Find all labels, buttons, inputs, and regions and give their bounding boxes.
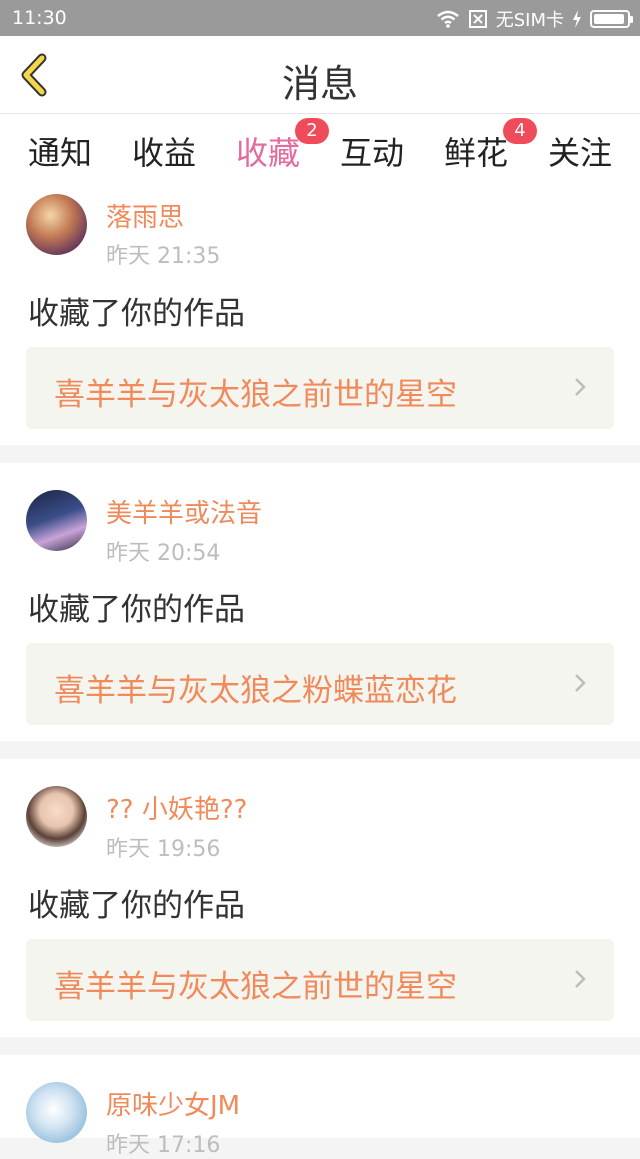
username[interactable]: 落雨思 [106, 197, 184, 234]
list-item: 落雨思 昨天 21:35 收藏了你的作品 喜羊羊与灰太狼之前世的星空 [0, 182, 640, 445]
chevron-right-icon [575, 970, 586, 988]
charging-icon [573, 10, 581, 28]
username[interactable]: ?? 小妖艳?? [106, 789, 247, 826]
tab-label: 关注 [547, 134, 612, 172]
unread-badge: 4 [503, 118, 537, 144]
sim-status-text: 无SIM卡 [495, 10, 564, 31]
status-icons: 无SIM卡 [436, 6, 633, 32]
tab-following[interactable]: 关注 [535, 128, 625, 174]
list-item: 原味少女JM 昨天 17:16 [0, 1055, 640, 1158]
chevron-right-icon [575, 674, 586, 692]
chevron-right-icon [575, 378, 586, 396]
tab-label: 互动 [339, 134, 404, 172]
username[interactable]: 美羊羊或法音 [106, 493, 262, 530]
tab-label: 收益 [131, 134, 196, 172]
page-title: 消息 [281, 62, 358, 106]
action-text: 收藏了你的作品 [28, 296, 245, 332]
status-bar: 11:30 无SIM卡 [0, 0, 640, 36]
tab-label: 鲜花 [443, 134, 508, 172]
timestamp: 昨天 21:35 [106, 244, 221, 269]
username[interactable]: 原味少女JM [106, 1085, 240, 1122]
timestamp: 昨天 19:56 [106, 837, 221, 862]
work-title: 喜羊羊与灰太狼之前世的星空 [54, 377, 457, 413]
work-link[interactable]: 喜羊羊与灰太狼之前世的星空 [26, 939, 614, 1021]
tab-flowers[interactable]: 鲜花 4 [431, 118, 537, 174]
list-item: 美羊羊或法音 昨天 20:54 收藏了你的作品 喜羊羊与灰太狼之粉蝶蓝恋花 [0, 463, 640, 741]
avatar[interactable] [26, 490, 87, 551]
battery-icon [590, 10, 633, 28]
avatar[interactable] [26, 194, 87, 255]
status-time: 11:30 [12, 7, 67, 29]
tab-favorites[interactable]: 收藏 2 [223, 118, 329, 192]
avatar[interactable] [26, 1082, 87, 1143]
wifi-icon [436, 10, 459, 28]
action-text: 收藏了你的作品 [28, 888, 245, 924]
tab-notifications[interactable]: 通知 [15, 128, 105, 174]
message-tabs: 通知 收益 收藏 2 互动 鲜花 4 关注 [0, 114, 640, 192]
tab-earnings[interactable]: 收益 [119, 128, 209, 174]
work-link[interactable]: 喜羊羊与灰太狼之粉蝶蓝恋花 [26, 643, 614, 725]
no-sim-icon [468, 10, 487, 28]
unread-badge: 2 [295, 118, 329, 144]
work-title: 喜羊羊与灰太狼之粉蝶蓝恋花 [54, 673, 457, 709]
tab-interactions[interactable]: 互动 [327, 128, 417, 174]
timestamp: 昨天 17:16 [106, 1133, 221, 1158]
tab-label: 收藏 [235, 134, 300, 172]
avatar[interactable] [26, 786, 87, 847]
work-title: 喜羊羊与灰太狼之前世的星空 [54, 969, 457, 1005]
action-text: 收藏了你的作品 [28, 592, 245, 628]
nav-bar: 消息 [0, 36, 640, 114]
timestamp: 昨天 20:54 [106, 541, 221, 566]
list-item: ?? 小妖艳?? 昨天 19:56 收藏了你的作品 喜羊羊与灰太狼之前世的星空 [0, 759, 640, 1037]
work-link[interactable]: 喜羊羊与灰太狼之前世的星空 [26, 347, 614, 429]
tab-label: 通知 [27, 134, 92, 172]
